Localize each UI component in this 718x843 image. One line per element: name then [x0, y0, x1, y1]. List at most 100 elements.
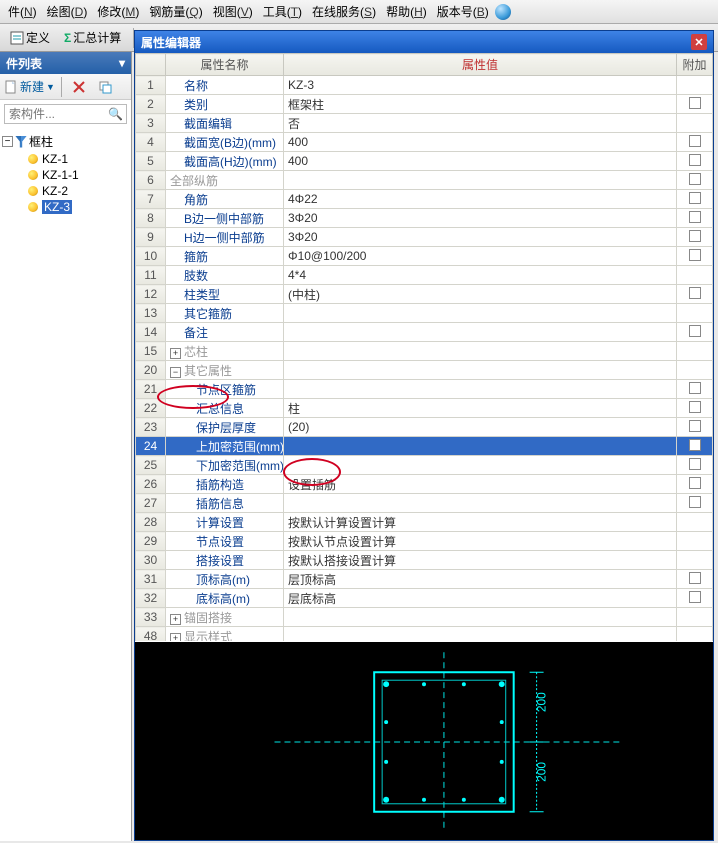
prop-value[interactable] — [284, 456, 677, 475]
tree-item-KZ-1-1[interactable]: KZ-1-1 — [2, 167, 129, 183]
menu-工具[interactable]: 工具(T) — [259, 1, 306, 22]
prop-row-28[interactable]: 28计算设置按默认计算设置计算 — [136, 513, 713, 532]
prop-row-22[interactable]: 22汇总信息柱 — [136, 399, 713, 418]
menu-件[interactable]: 件(N) — [4, 1, 41, 22]
prop-value[interactable] — [284, 627, 677, 642]
extra-checkbox[interactable] — [677, 399, 713, 418]
tree-item-KZ-1[interactable]: KZ-1 — [2, 151, 129, 167]
extra-checkbox[interactable] — [677, 456, 713, 475]
prop-row-15[interactable]: 15+芯柱 — [136, 342, 713, 361]
extra-checkbox[interactable] — [677, 380, 713, 399]
extra-checkbox[interactable] — [677, 152, 713, 171]
define-button[interactable]: 定义 — [6, 27, 54, 48]
prop-value[interactable]: 按默认节点设置计算 — [284, 532, 677, 551]
extra-checkbox[interactable] — [677, 551, 713, 570]
prop-value[interactable]: 按默认计算设置计算 — [284, 513, 677, 532]
prop-row-1[interactable]: 1名称KZ-3 — [136, 76, 713, 95]
prop-row-7[interactable]: 7角筋4Φ22 — [136, 190, 713, 209]
prop-row-8[interactable]: 8B边一侧中部筋3Φ20 — [136, 209, 713, 228]
prop-row-9[interactable]: 9H边一侧中部筋3Φ20 — [136, 228, 713, 247]
extra-checkbox[interactable] — [677, 114, 713, 133]
prop-row-30[interactable]: 30搭接设置按默认搭接设置计算 — [136, 551, 713, 570]
prop-value[interactable] — [284, 437, 677, 456]
panel-toggle-icon[interactable]: ▾ — [119, 56, 125, 70]
expand-icon[interactable]: − — [170, 367, 181, 378]
menu-版本号[interactable]: 版本号(B) — [433, 1, 493, 22]
prop-value[interactable]: 400 — [284, 133, 677, 152]
prop-value[interactable] — [284, 323, 677, 342]
prop-row-27[interactable]: 27插筋信息 — [136, 494, 713, 513]
close-icon[interactable]: ✕ — [691, 34, 707, 50]
prop-row-26[interactable]: 26插筋构造设置插筋 — [136, 475, 713, 494]
extra-checkbox[interactable] — [677, 323, 713, 342]
expand-icon[interactable]: + — [170, 633, 181, 642]
extra-checkbox[interactable] — [677, 304, 713, 323]
new-button[interactable]: 新建 ▼ — [4, 78, 55, 95]
prop-row-31[interactable]: 31顶标高(m)层顶标高 — [136, 570, 713, 589]
prop-value[interactable]: 按默认搭接设置计算 — [284, 551, 677, 570]
prop-value[interactable]: 柱 — [284, 399, 677, 418]
extra-checkbox[interactable] — [677, 437, 713, 456]
prop-value[interactable]: 400 — [284, 152, 677, 171]
prop-row-33[interactable]: 33+锚固搭接 — [136, 608, 713, 627]
prop-value[interactable]: 框架柱 — [284, 95, 677, 114]
search-icon[interactable]: 🔍 — [108, 107, 123, 121]
extra-checkbox[interactable] — [677, 361, 713, 380]
extra-checkbox[interactable] — [677, 513, 713, 532]
col-name[interactable]: 属性名称 — [166, 54, 284, 76]
prop-row-6[interactable]: 6全部纵筋 — [136, 171, 713, 190]
extra-checkbox[interactable] — [677, 532, 713, 551]
extra-checkbox[interactable] — [677, 285, 713, 304]
prop-value[interactable] — [284, 494, 677, 513]
extra-checkbox[interactable] — [677, 228, 713, 247]
extra-checkbox[interactable] — [677, 171, 713, 190]
extra-checkbox[interactable] — [677, 627, 713, 642]
prop-row-13[interactable]: 13其它箍筋 — [136, 304, 713, 323]
prop-value[interactable]: KZ-3 — [284, 76, 677, 95]
prop-row-29[interactable]: 29节点设置按默认节点设置计算 — [136, 532, 713, 551]
menu-在线服务[interactable]: 在线服务(S) — [308, 1, 380, 22]
extra-checkbox[interactable] — [677, 342, 713, 361]
prop-row-20[interactable]: 20−其它属性 — [136, 361, 713, 380]
tree-item-KZ-3[interactable]: KZ-3 — [2, 199, 129, 215]
extra-checkbox[interactable] — [677, 76, 713, 95]
menu-绘图[interactable]: 绘图(D) — [43, 1, 92, 22]
prop-value[interactable]: Φ10@100/200 — [284, 247, 677, 266]
prop-row-48[interactable]: 48+显示样式 — [136, 627, 713, 642]
prop-row-10[interactable]: 10箍筋Φ10@100/200 — [136, 247, 713, 266]
delete-button[interactable] — [68, 78, 90, 96]
prop-value[interactable] — [284, 342, 677, 361]
extra-checkbox[interactable] — [677, 494, 713, 513]
menu-修改[interactable]: 修改(M) — [93, 1, 143, 22]
menu-帮助[interactable]: 帮助(H) — [382, 1, 431, 22]
globe-icon[interactable] — [495, 4, 511, 20]
extra-checkbox[interactable] — [677, 95, 713, 114]
prop-value[interactable] — [284, 361, 677, 380]
prop-row-3[interactable]: 3截面编辑否 — [136, 114, 713, 133]
expand-icon[interactable]: + — [170, 614, 181, 625]
prop-value[interactable]: 3Φ20 — [284, 228, 677, 247]
prop-row-24[interactable]: 24上加密范围(mm) — [136, 437, 713, 456]
extra-checkbox[interactable] — [677, 608, 713, 627]
extra-checkbox[interactable] — [677, 418, 713, 437]
menu-视图[interactable]: 视图(V) — [209, 1, 257, 22]
prop-row-4[interactable]: 4截面宽(B边)(mm)400 — [136, 133, 713, 152]
copy-button[interactable] — [94, 78, 116, 96]
extra-checkbox[interactable] — [677, 209, 713, 228]
extra-checkbox[interactable] — [677, 247, 713, 266]
prop-value[interactable]: 层顶标高 — [284, 570, 677, 589]
extra-checkbox[interactable] — [677, 133, 713, 152]
extra-checkbox[interactable] — [677, 570, 713, 589]
tree-item-KZ-2[interactable]: KZ-2 — [2, 183, 129, 199]
prop-value[interactable] — [284, 304, 677, 323]
extra-checkbox[interactable] — [677, 475, 713, 494]
prop-row-14[interactable]: 14备注 — [136, 323, 713, 342]
menu-钢筋量[interactable]: 钢筋量(Q) — [145, 1, 206, 22]
prop-value[interactable]: (中柱) — [284, 285, 677, 304]
tree-root[interactable]: −框柱 — [2, 132, 129, 151]
prop-value[interactable]: 4*4 — [284, 266, 677, 285]
extra-checkbox[interactable] — [677, 190, 713, 209]
collapse-icon[interactable]: − — [2, 136, 13, 147]
prop-value[interactable]: 3Φ20 — [284, 209, 677, 228]
prop-row-21[interactable]: 21节点区箍筋 — [136, 380, 713, 399]
